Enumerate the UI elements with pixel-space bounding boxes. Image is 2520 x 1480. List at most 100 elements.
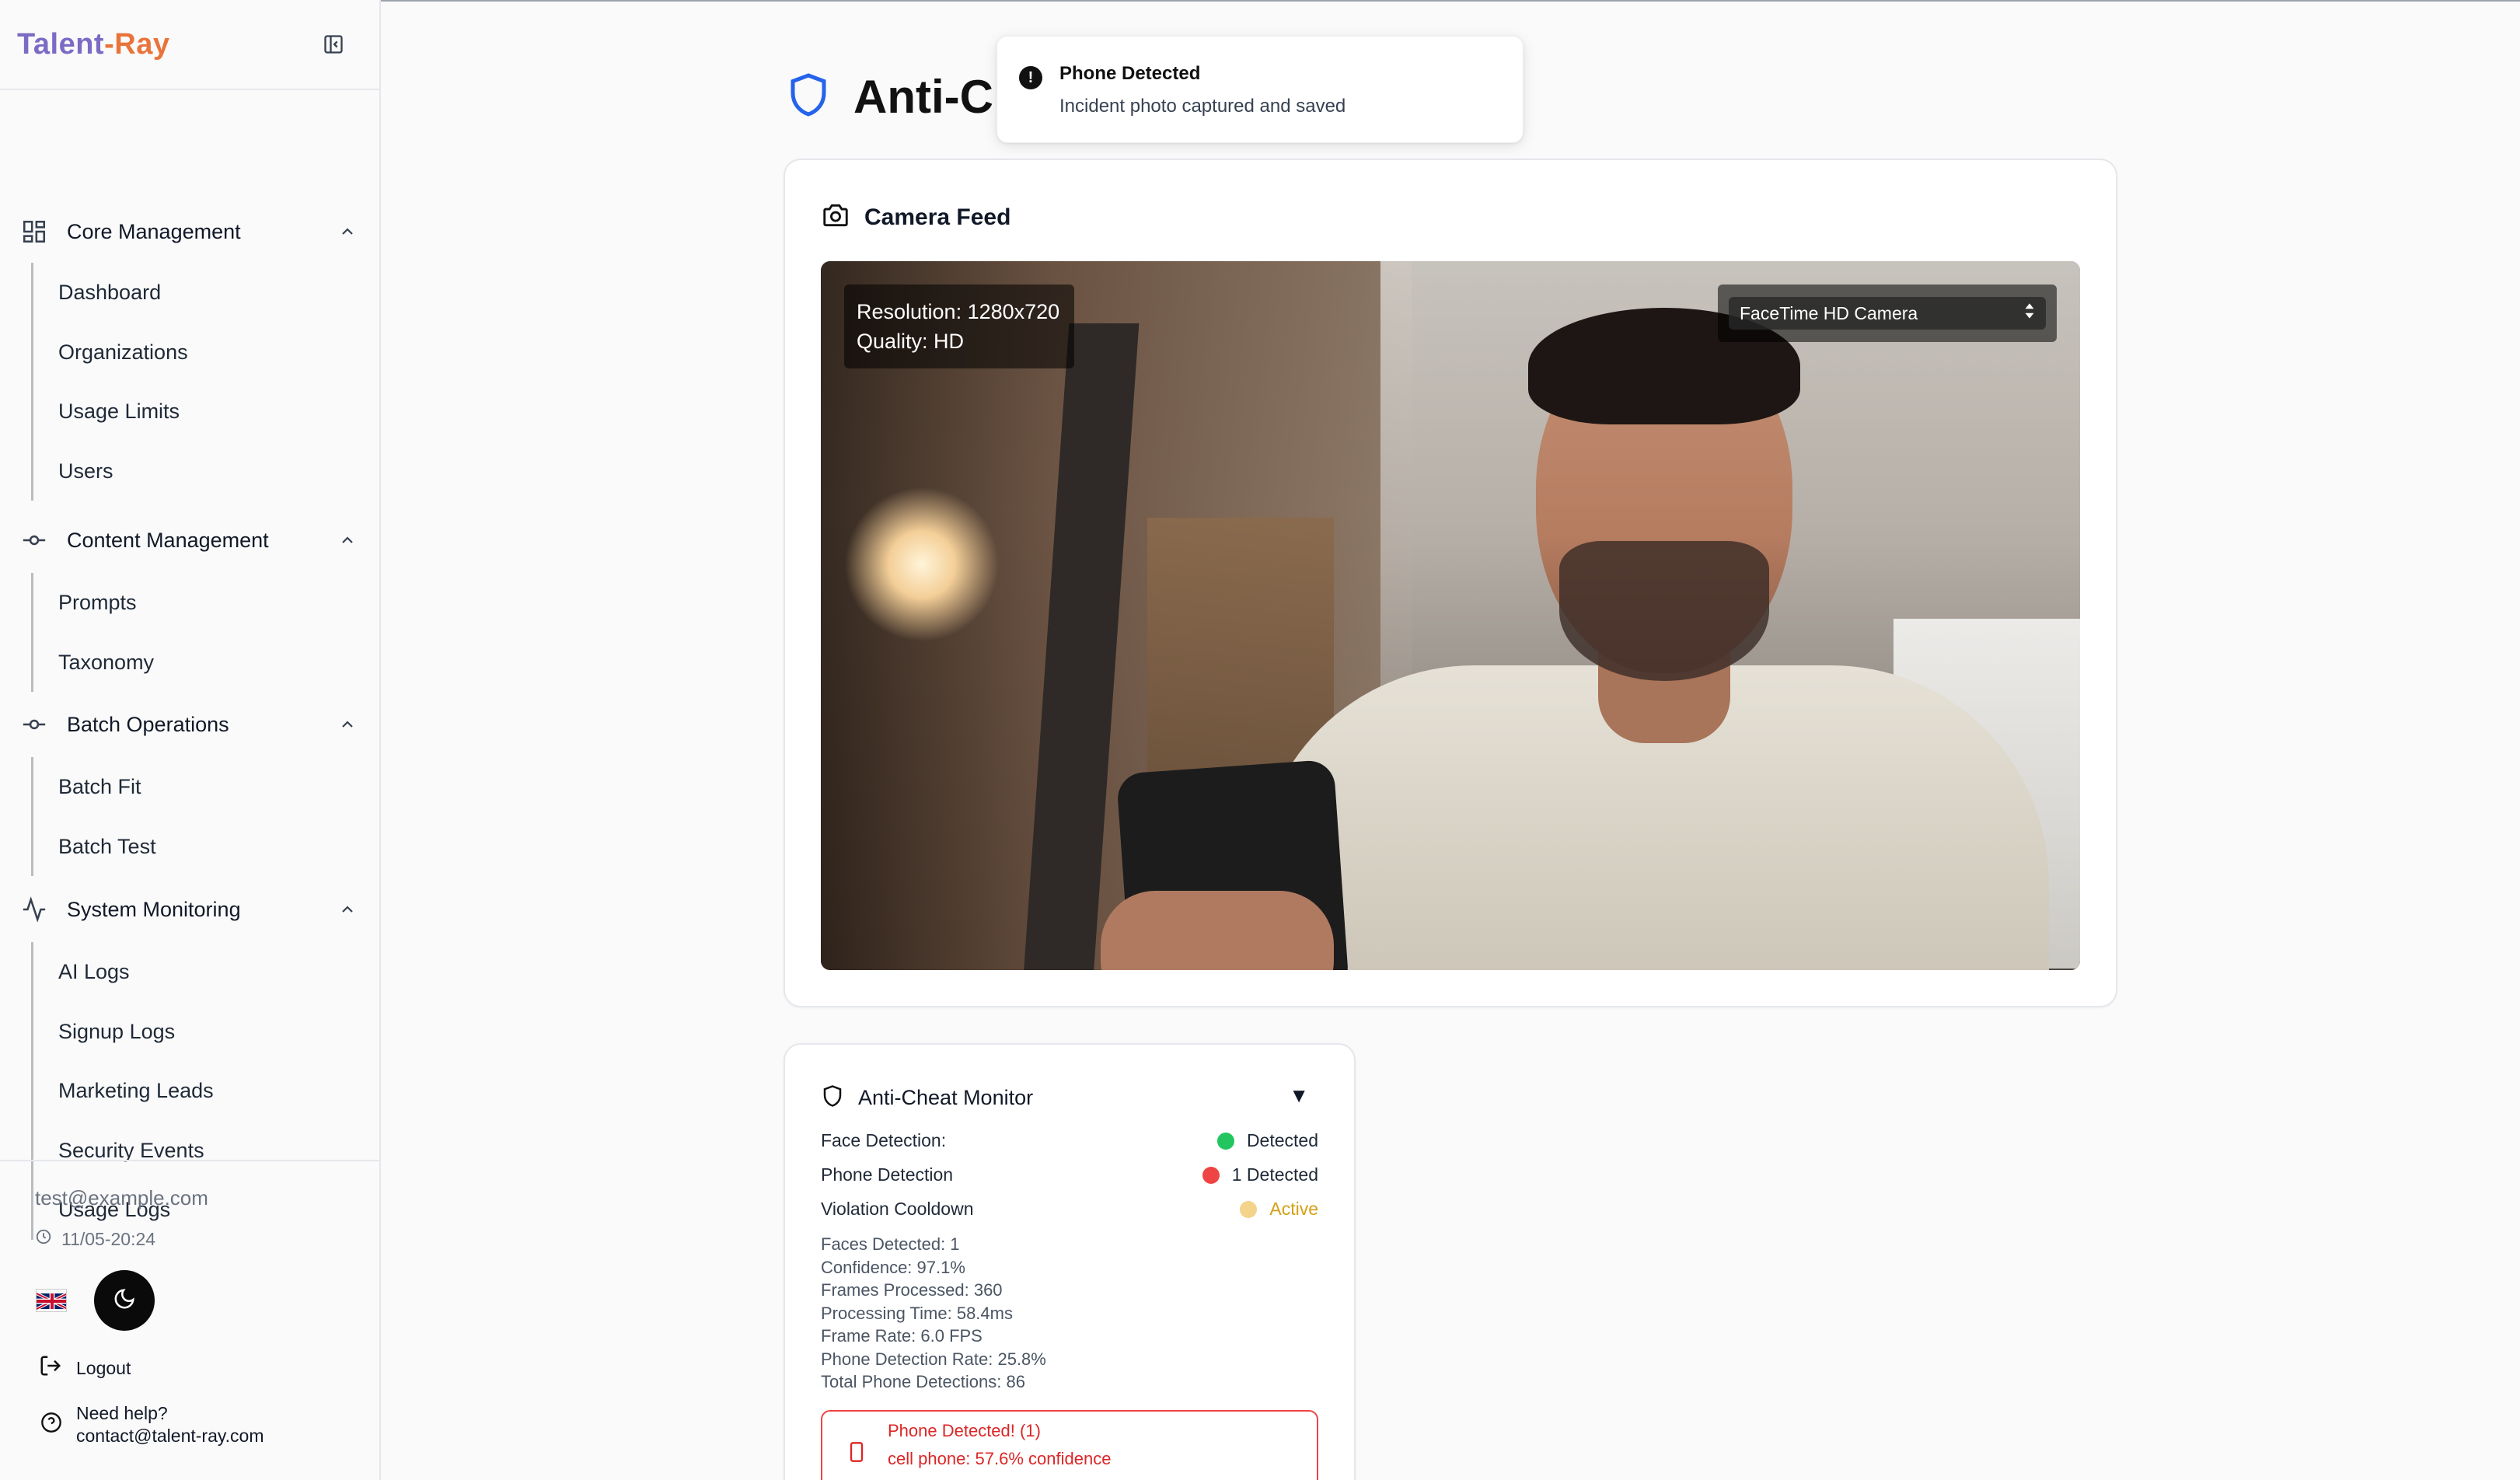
top-divider: [381, 0, 2520, 2]
stat-faces-detected: Faces Detected: 1: [821, 1234, 960, 1254]
sidebar-item-dashboard[interactable]: Dashboard: [33, 263, 188, 323]
user-email: test@example.com: [35, 1186, 208, 1209]
sidebar-item-organizations[interactable]: Organizations: [33, 323, 188, 382]
core-management-items: Dashboard Organizations Usage Limits Use…: [31, 263, 188, 501]
smartphone-icon: [846, 1438, 867, 1470]
sidebar-item-marketing-leads[interactable]: Marketing Leads: [33, 1061, 214, 1121]
toast-title: Phone Detected: [1059, 63, 1201, 84]
uk-flag-icon[interactable]: [36, 1289, 67, 1312]
sidebar-item-usage-limits[interactable]: Usage Limits: [33, 382, 188, 442]
commit-icon: [20, 710, 48, 738]
stat-confidence: Confidence: 97.1%: [821, 1257, 965, 1277]
monitor-stats: Faces Detected: 1 Confidence: 97.1% Fram…: [821, 1233, 1046, 1394]
alert-detail: cell phone: 57.6% confidence: [888, 1449, 1112, 1468]
status-dot-yellow: [1240, 1200, 1258, 1218]
chevron-up-icon[interactable]: [336, 713, 359, 736]
sidebar-item-prompts[interactable]: Prompts: [33, 573, 154, 633]
help-contact-email[interactable]: contact@talent-ray.com: [76, 1425, 264, 1447]
camera-select-overlay: FaceTime HD Camera: [1718, 284, 2057, 342]
select-arrows-icon: [2024, 302, 2035, 324]
stat-phone-detection-rate: Phone Detection Rate: 25.8%: [821, 1349, 1046, 1369]
row-status: Active: [1240, 1199, 1318, 1220]
collapse-toggle-icon[interactable]: ▼: [1289, 1084, 1309, 1108]
section-content-management[interactable]: Content Management: [20, 522, 359, 559]
row-status: 1 Detected: [1202, 1164, 1318, 1185]
session-datetime: 11/05-20:24: [35, 1228, 155, 1250]
monitor-card-title: Anti-Cheat Monitor: [858, 1086, 1034, 1109]
section-system-monitoring[interactable]: System Monitoring: [20, 891, 359, 928]
sidebar-item-batch-test[interactable]: Batch Test: [33, 817, 156, 877]
violation-cooldown-row: Violation Cooldown Active: [821, 1199, 1318, 1220]
shield-icon: [785, 70, 832, 124]
help-text: Need help? contact@talent-ray.com: [76, 1402, 264, 1447]
sidebar-item-signup-logs[interactable]: Signup Logs: [33, 1002, 214, 1062]
row-value: Active: [1269, 1199, 1318, 1219]
video-person-beard: [1559, 541, 1769, 681]
phone-alert-box: Phone Detected! (1) cell phone: 57.6% co…: [821, 1410, 1318, 1480]
phone-detection-row: Phone Detection 1 Detected: [821, 1164, 1318, 1185]
sidebar-collapse-icon[interactable]: [322, 33, 345, 56]
camera-icon: [821, 201, 850, 234]
datetime-text: 11/05-20:24: [61, 1228, 156, 1249]
logout-button[interactable]: Logout: [39, 1354, 131, 1382]
camera-feed-card: Camera Feed Resolution: 1280x720 Quality…: [784, 159, 2117, 1007]
section-core-management[interactable]: Core Management: [20, 213, 359, 250]
toast-description: Incident photo captured and saved: [1059, 96, 1346, 117]
help-circle-icon: [40, 1412, 62, 1439]
stat-frames-processed: Frames Processed: 360: [821, 1280, 1003, 1300]
video-hand: [1101, 891, 1334, 970]
camera-card-title: Camera Feed: [864, 204, 1011, 230]
camera-video-feed: Resolution: 1280x720 Quality: HD FaceTim…: [821, 261, 2080, 970]
alert-title: Phone Detected! (1): [888, 1421, 1041, 1440]
section-title: System Monitoring: [67, 897, 241, 921]
batch-operations-items: Batch Fit Batch Test: [31, 757, 156, 876]
logout-icon: [39, 1354, 62, 1382]
sidebar-item-batch-fit[interactable]: Batch Fit: [33, 757, 156, 817]
section-title: Batch Operations: [67, 712, 229, 736]
moon-icon: [113, 1287, 136, 1314]
section-title: Core Management: [67, 219, 241, 243]
stat-frame-rate: Frame Rate: 6.0 FPS: [821, 1326, 983, 1346]
sidebar-item-users[interactable]: Users: [33, 442, 188, 501]
chevron-up-icon[interactable]: [336, 898, 359, 921]
status-dot-red: [1202, 1166, 1220, 1184]
sidebar-nav: Core Management Dashboard Organizations …: [0, 90, 379, 1240]
video-lamp: [844, 487, 1000, 642]
app-logo[interactable]: Talent-Ray: [17, 28, 169, 61]
status-dot-green: [1216, 1132, 1234, 1150]
content-management-items: Prompts Taxonomy: [31, 573, 154, 692]
theme-toggle-button[interactable]: [94, 1270, 155, 1331]
sidebar-item-taxonomy[interactable]: Taxonomy: [33, 633, 154, 693]
resolution-text: Resolution: 1280x720: [857, 300, 1060, 323]
grid-icon: [20, 218, 48, 246]
sidebar-item-ai-logs[interactable]: AI Logs: [33, 942, 214, 1002]
monitor-card-header: Anti-Cheat Monitor: [821, 1084, 1033, 1112]
row-label: Violation Cooldown: [821, 1199, 974, 1219]
row-label: Phone Detection: [821, 1164, 954, 1185]
help-contact[interactable]: Need help? contact@talent-ray.com: [40, 1402, 264, 1447]
commit-icon: [20, 526, 48, 554]
phone-detected-toast[interactable]: ! Phone Detected Incident photo captured…: [996, 36, 1524, 143]
stat-processing-time: Processing Time: 58.4ms: [821, 1303, 1013, 1323]
anti-cheat-monitor-card: Anti-Cheat Monitor ▼ Face Detection: Det…: [784, 1043, 1356, 1480]
alert-circle-icon: !: [1019, 66, 1042, 89]
help-title: Need help?: [76, 1403, 168, 1423]
row-value: Detected: [1246, 1130, 1318, 1150]
toast-body: Phone Detected Incident photo captured a…: [1059, 63, 1346, 142]
stat-total-phone-detections: Total Phone Detections: 86: [821, 1372, 1025, 1391]
chevron-up-icon[interactable]: [336, 529, 359, 552]
sidebar-header: Talent-Ray: [0, 0, 379, 90]
activity-icon: [20, 895, 48, 923]
quality-text: Quality: HD: [857, 330, 965, 353]
row-value: 1 Detected: [1231, 1164, 1318, 1185]
camera-select[interactable]: FaceTime HD Camera: [1729, 297, 2046, 330]
chevron-up-icon[interactable]: [336, 220, 359, 243]
camera-select-value: FaceTime HD Camera: [1740, 302, 1918, 323]
section-batch-operations[interactable]: Batch Operations: [20, 706, 359, 743]
logout-label: Logout: [76, 1357, 131, 1378]
clock-icon: [35, 1228, 52, 1250]
camera-card-header: Camera Feed: [821, 201, 1010, 234]
video-info-overlay: Resolution: 1280x720 Quality: HD: [844, 284, 1074, 368]
shield-icon: [821, 1084, 844, 1112]
sidebar: Talent-Ray Core Management Dashboard Org…: [0, 0, 381, 1480]
